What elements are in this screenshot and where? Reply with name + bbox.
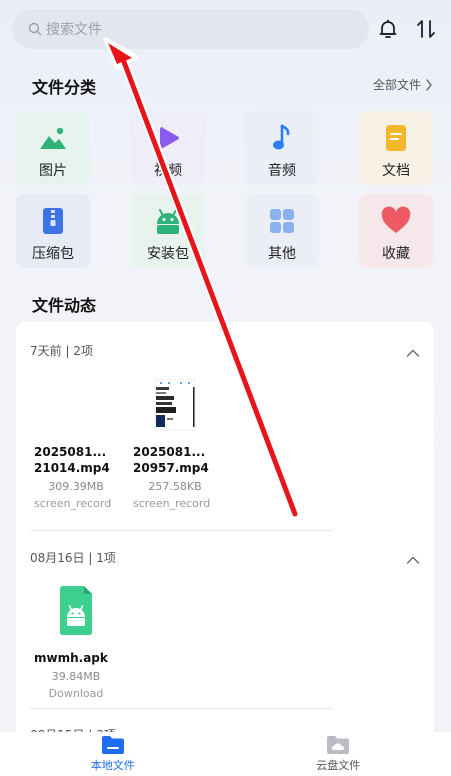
category-archives[interactable]: 压缩包 <box>16 194 90 268</box>
tab-label: 云盘文件 <box>316 759 361 772</box>
video-icon <box>160 127 179 149</box>
video-thumbnail <box>145 378 205 438</box>
file-size: 257.58KB <box>148 480 202 493</box>
grid-icon <box>270 209 294 233</box>
zip-icon <box>43 208 63 234</box>
file-item[interactable]: 2025081... 21014.mp4 309.39MB screen_rec… <box>31 378 121 510</box>
search-input[interactable]: 搜索文件 <box>12 9 369 49</box>
file-source: Download <box>48 687 104 700</box>
category-label: 图片 <box>39 163 67 179</box>
sort-icon[interactable] <box>414 17 438 41</box>
category-label: 视频 <box>154 163 182 179</box>
search-placeholder: 搜索文件 <box>46 22 102 38</box>
category-audio[interactable]: 音频 <box>245 111 319 185</box>
category-documents[interactable]: 文档 <box>359 111 433 185</box>
file-item[interactable]: mwmh.apk 39.84MB Download <box>31 584 121 700</box>
chevron-right-icon <box>426 78 432 91</box>
cloud-folder-icon <box>327 736 350 754</box>
heart-icon <box>381 206 411 233</box>
file-size: 309.39MB <box>48 480 104 493</box>
file-name: 2025081... 21014.mp4 <box>34 445 110 475</box>
apk-thumbnail <box>46 584 106 644</box>
category-images[interactable]: 图片 <box>16 111 90 185</box>
group-header: 08月16日 | 1项 <box>30 551 116 565</box>
file-source: screen_record <box>34 497 112 510</box>
category-label: 音频 <box>268 163 296 179</box>
category-other[interactable]: 其他 <box>245 194 319 268</box>
tab-local-files[interactable]: 本地文件 <box>0 732 226 776</box>
file-item[interactable]: 2025081... 20957.mp4 257.58KB screen_rec… <box>130 378 220 510</box>
category-label: 文档 <box>382 163 410 179</box>
search-icon <box>28 22 42 36</box>
category-favorites[interactable]: 收藏 <box>359 194 433 268</box>
android-icon <box>157 209 179 234</box>
chevron-up-icon[interactable] <box>406 348 420 358</box>
group-header: 7天前 | 2项 <box>30 344 93 358</box>
activity-card: 7天前 | 2项 2025081... 21014.mp4 309.39MB s… <box>16 322 434 752</box>
all-files-label: 全部文件 <box>372 78 421 92</box>
bell-icon[interactable] <box>376 17 400 41</box>
category-packages[interactable]: 安装包 <box>131 194 205 268</box>
categories-title: 文件分类 <box>32 78 97 97</box>
all-files-link[interactable]: 全部文件 <box>373 76 433 93</box>
file-source: screen_record <box>133 497 211 510</box>
divider <box>30 530 332 531</box>
category-label: 其他 <box>268 246 296 262</box>
file-name: 2025081... 20957.mp4 <box>133 445 209 475</box>
video-thumbnail <box>46 378 106 438</box>
tab-cloud-files[interactable]: 云盘文件 <box>226 732 451 776</box>
image-icon <box>40 127 66 149</box>
category-videos[interactable]: 视频 <box>131 111 205 185</box>
bottom-tab-bar: 本地文件 云盘文件 <box>0 732 451 776</box>
category-label: 收藏 <box>382 246 410 262</box>
file-name: mwmh.apk <box>34 651 108 665</box>
file-size: 39.84MB <box>51 670 101 683</box>
divider <box>30 708 332 709</box>
chevron-up-icon[interactable] <box>406 555 420 565</box>
tab-label: 本地文件 <box>90 759 135 772</box>
category-label: 安装包 <box>147 246 189 262</box>
activity-title: 文件动态 <box>32 296 97 315</box>
category-label: 压缩包 <box>32 246 74 262</box>
document-icon <box>386 125 406 151</box>
folder-icon <box>101 736 124 754</box>
music-icon <box>273 124 290 150</box>
